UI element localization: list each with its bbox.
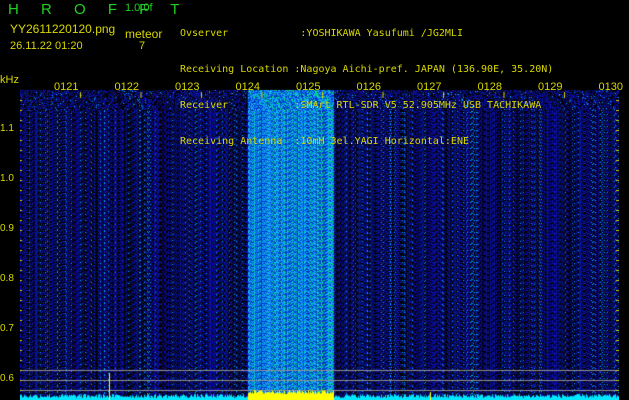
antenna-line: Receiving Antenna :10mH 3el.YAGI Horizon… (180, 136, 469, 147)
x-tick-label: 0130 (598, 81, 623, 93)
y-tick-label: 0.8 (0, 273, 14, 284)
event-type-label: meteor (125, 27, 163, 41)
y-tick-label: 0.6 (0, 373, 14, 384)
y-unit-label: kHz (0, 74, 19, 86)
filename-label: YY2611220120.png (10, 22, 116, 36)
x-tick-label: 0122 (114, 81, 139, 93)
x-tick-label: 0121 (54, 81, 79, 93)
version-label: 1.0.0f (125, 2, 153, 14)
y-tick-label: 1.1 (0, 123, 14, 134)
station-info: Ovserver :YOSHIKAWA Yasufumi /JG2MLI Rec… (180, 4, 553, 160)
location-line: Receiving Location :Nagoya Aichi-pref. J… (180, 64, 554, 75)
datetime-label: 26.11.22 01:20 (10, 40, 83, 52)
receiver-line: Receiver :SMArt RTL-SDR V5 52.905MHz USB… (180, 100, 542, 111)
y-tick-label: 1.0 (0, 173, 14, 184)
y-tick-label: 0.7 (0, 323, 14, 334)
y-tick-label: 0.9 (0, 223, 14, 234)
observer-line: Ovserver :YOSHIKAWA Yasufumi /JG2MLI (180, 28, 463, 39)
app-title: H R O F F T (8, 1, 189, 18)
event-count-label: 7 (139, 40, 146, 52)
